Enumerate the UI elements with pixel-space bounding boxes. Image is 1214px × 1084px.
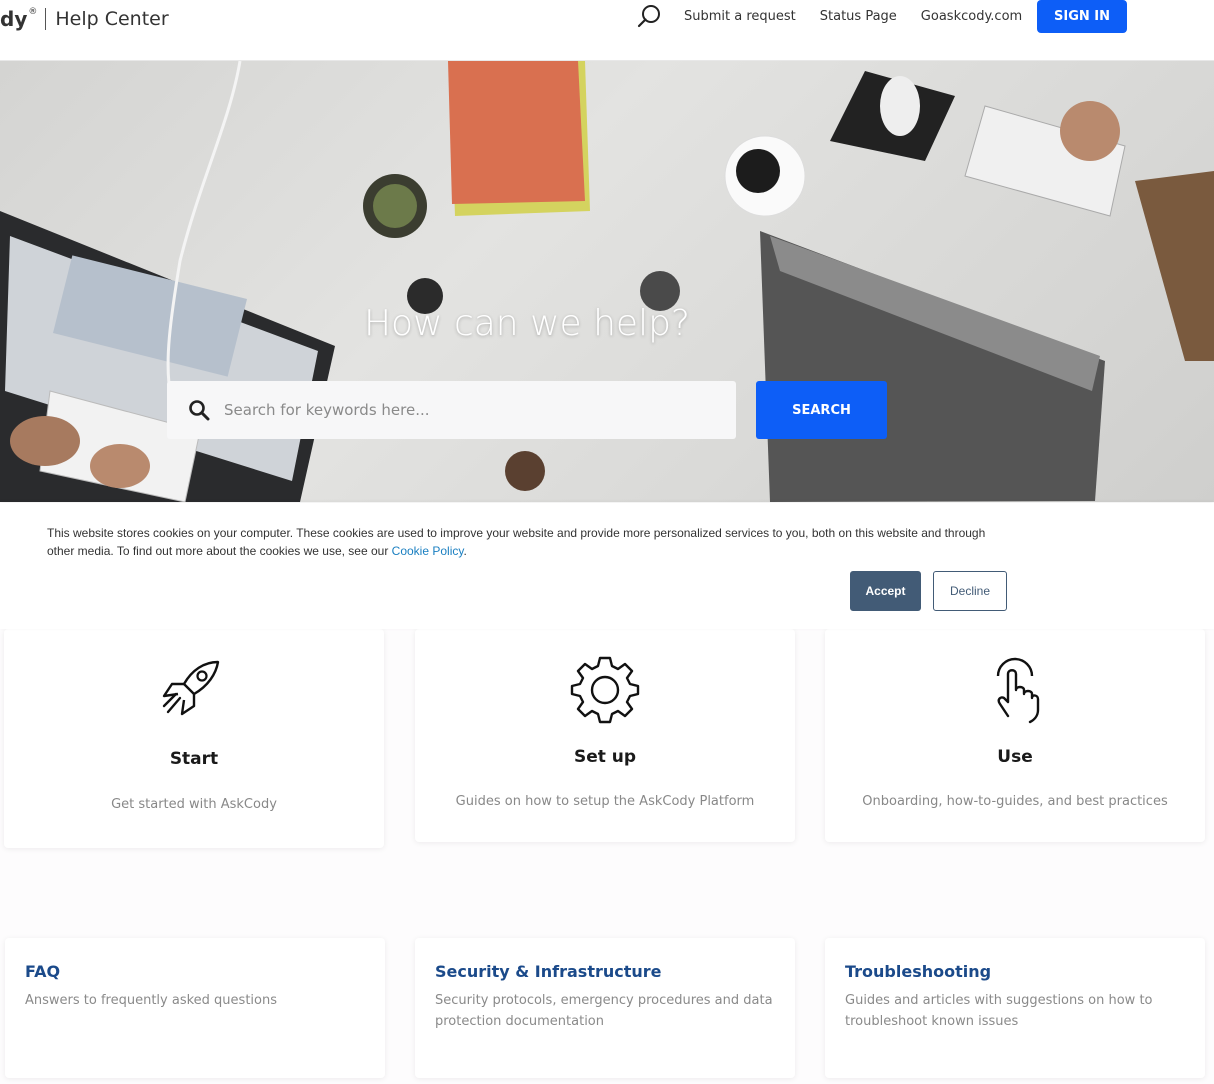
rocket-icon [162, 660, 220, 716]
registered-mark: ® [28, 7, 38, 17]
category-title: Set up [573, 747, 637, 767]
cookie-message: This website stores cookies on your comp… [47, 526, 986, 558]
cookie-banner: This website stores cookies on your comp… [0, 503, 1214, 629]
nav-site-link[interactable]: Goaskcody.com [921, 9, 1022, 24]
section-card-faq[interactable]: FAQ Answers to frequently asked question… [5, 938, 385, 1078]
cookie-policy-link[interactable]: Cookie Policy [392, 544, 464, 558]
section-card-troubleshooting[interactable]: Troubleshooting Guides and articles with… [825, 938, 1205, 1078]
category-card-use[interactable]: Use Onboarding, how-to-guides, and best … [825, 629, 1205, 842]
decline-cookies-button[interactable]: Decline [933, 571, 1007, 611]
logo[interactable]: dy ® Help Center [0, 6, 169, 32]
section-description: Answers to frequently asked questions [25, 993, 277, 1008]
site-header: dy ® Help Center Submit a request Status … [0, 0, 1214, 61]
search-icon [189, 400, 210, 421]
section-title[interactable]: Troubleshooting [845, 962, 991, 981]
search-icon[interactable] [636, 4, 662, 30]
category-description: Get started with AskCody [111, 797, 277, 812]
section-description: Guides and articles with suggestions on … [845, 993, 1153, 1029]
gear-icon [570, 656, 640, 724]
section-title[interactable]: FAQ [25, 962, 60, 981]
product-name: Help Center [55, 8, 169, 30]
category-card-setup[interactable]: Set up Guides on how to setup the AskCod… [415, 629, 795, 842]
top-nav: Submit a request Status Page Goaskcody.c… [636, 0, 1046, 33]
cookie-text-end: . [463, 544, 467, 558]
category-card-start[interactable]: Start Get started with AskCody [4, 629, 384, 848]
logo-divider [45, 8, 47, 30]
nav-status-page[interactable]: Status Page [820, 9, 897, 24]
section-card-security[interactable]: Security & Infrastructure Security proto… [415, 938, 795, 1078]
search-button[interactable]: SEARCH [756, 381, 887, 439]
category-description: Guides on how to setup the AskCody Platf… [455, 794, 755, 809]
hero-banner: How can we help? SEARCH [0, 61, 1214, 502]
category-title: Use [997, 747, 1033, 767]
accept-cookies-button[interactable]: Accept [850, 571, 921, 611]
hero-title: How can we help? [363, 303, 691, 344]
category-description: Onboarding, how-to-guides, and best prac… [862, 794, 1168, 809]
nav-submit-request[interactable]: Submit a request [684, 9, 796, 24]
category-title: Start [169, 749, 219, 769]
brand-name: dy [0, 7, 28, 31]
hand-pointer-icon [996, 657, 1040, 724]
section-description: Security protocols, emergency procedures… [435, 993, 773, 1029]
section-title[interactable]: Security & Infrastructure [435, 962, 662, 981]
sign-in-button[interactable]: SIGN IN [1037, 0, 1127, 33]
search-bar [167, 381, 736, 439]
cookie-text: This website stores cookies on your comp… [47, 524, 1007, 560]
search-input[interactable] [224, 401, 704, 419]
